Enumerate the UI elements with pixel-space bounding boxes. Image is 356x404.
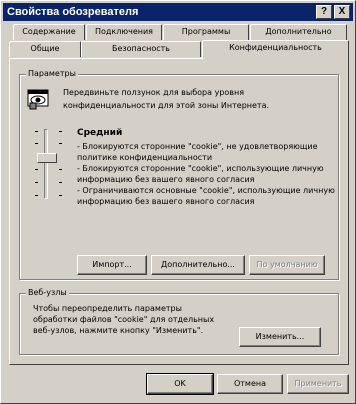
slider-tick (59, 143, 62, 144)
tab-connections[interactable]: Подключения (86, 24, 162, 40)
privacy-slider-track[interactable] (44, 129, 48, 199)
slider-tick (35, 195, 38, 196)
advanced-button[interactable]: Дополнительно... (151, 255, 245, 275)
apply-button[interactable]: Применить (287, 374, 349, 394)
tab-general[interactable]: Общие (9, 41, 81, 57)
slider-tick (59, 169, 62, 170)
edit-sites-button[interactable]: Изменить... (239, 327, 321, 347)
title-bar[interactable]: Свойства обозревателя ? X (3, 3, 353, 21)
level-description-line: - Блокируются сторонние "cookie", не удо… (77, 142, 318, 162)
settings-group-title: Параметры (26, 69, 78, 79)
privacy-eye-icon (27, 89, 53, 111)
privacy-level-description: - Блокируются сторонние "cookie", не удо… (77, 141, 339, 244)
tab-content[interactable]: Содержание (13, 24, 85, 40)
close-button[interactable]: X (334, 5, 350, 19)
settings-description: Передвиньте ползунок для выбора уровня к… (63, 88, 270, 110)
ok-button[interactable]: OK (146, 373, 214, 395)
tab-advanced[interactable]: Дополнительно (250, 24, 347, 40)
privacy-level-name: Средний (77, 128, 123, 138)
level-description-line: - Ограничиваются основные "cookie", испо… (77, 186, 335, 206)
websites-description: Чтобы переопределить параметры обработки… (33, 304, 215, 335)
tab-privacy[interactable]: Конфиденциальность (202, 40, 349, 59)
window-title: Свойства обозревателя (7, 6, 139, 18)
level-description-line: - Блокируются сторонние "cookie", исполь… (77, 164, 324, 184)
privacy-slider-thumb[interactable] (37, 153, 57, 163)
websites-group-title: Веб-узлы (26, 288, 69, 298)
internet-options-dialog: Свойства обозревателя ? X Содержание Под… (0, 0, 356, 404)
slider-tick (59, 195, 62, 196)
default-level-button[interactable]: По умолчанию (249, 255, 325, 275)
slider-tick (59, 182, 62, 183)
help-button[interactable]: ? (316, 5, 332, 19)
cancel-button[interactable]: Отмена (217, 374, 283, 394)
slider-tick (35, 131, 38, 132)
slider-tick (35, 182, 38, 183)
slider-tick (35, 169, 38, 170)
slider-tick (59, 131, 62, 132)
slider-tick (35, 143, 38, 144)
import-button[interactable]: Импорт... (77, 255, 147, 275)
tab-security[interactable]: Безопасность (81, 41, 201, 57)
tab-programs[interactable]: Программы (163, 24, 249, 40)
